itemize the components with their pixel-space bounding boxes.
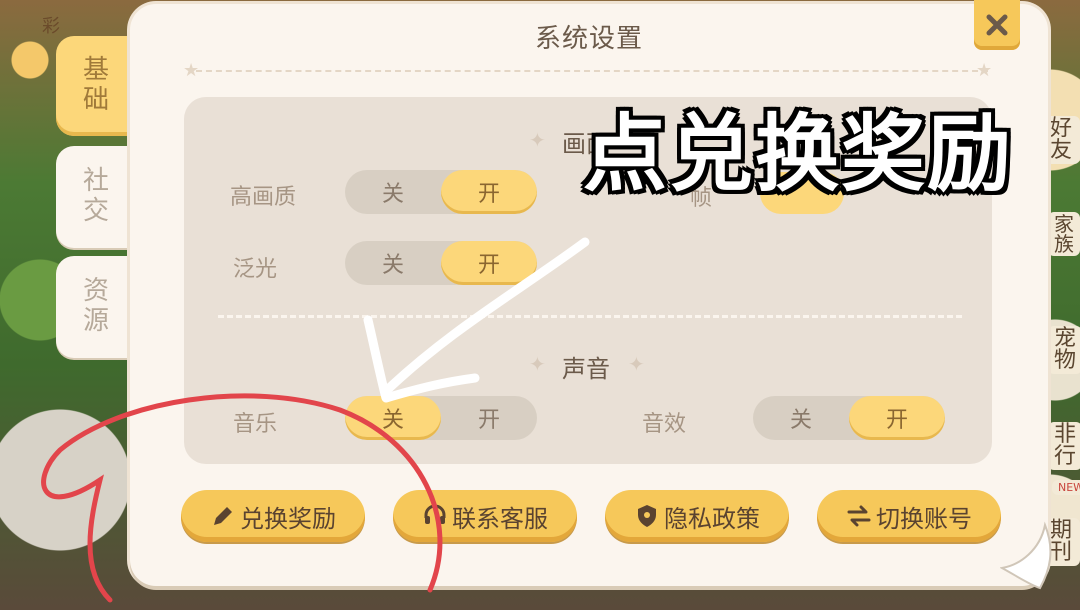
top-left-label: 彩: [42, 16, 60, 37]
friends-label[interactable]: 好友: [1044, 116, 1080, 164]
sfx-toggle[interactable]: 关 开: [753, 396, 945, 440]
star-icon: ★: [183, 60, 200, 81]
annotation-text: 点兑换奖励: [583, 105, 1014, 203]
tab-basic-char-1: 基: [82, 55, 109, 86]
headset-icon: [424, 504, 446, 524]
pencil-icon: [214, 507, 232, 525]
sparkle-icon: ✦: [529, 128, 546, 152]
tab-basic[interactable]: 基 础: [56, 36, 136, 136]
high-quality-toggle[interactable]: 关 开: [345, 170, 537, 214]
toggle-off-option[interactable]: 关: [345, 170, 441, 214]
tab-resources[interactable]: 资 源: [56, 256, 136, 358]
dialog-title: 系统设置: [534, 24, 643, 54]
sparkle-icon: ✦: [628, 352, 645, 376]
news-label: NEWS: [1052, 480, 1080, 495]
switch-account-label: 切换账号: [876, 504, 972, 533]
page-curl-icon[interactable]: [1000, 520, 1060, 590]
toggle-off-option[interactable]: 关: [753, 396, 849, 440]
privacy-policy-button[interactable]: 隐私政策: [605, 490, 789, 542]
sound-heading: 声音: [562, 355, 610, 383]
toggle-off-option[interactable]: 关: [345, 241, 441, 285]
section-divider: [218, 315, 962, 318]
toggle-off-option[interactable]: 关: [345, 396, 441, 440]
close-button[interactable]: [974, 0, 1020, 50]
contact-support-label: 联系客服: [452, 504, 548, 533]
high-quality-label: 高画质: [230, 185, 297, 210]
ranking-label[interactable]: 非行: [1048, 422, 1080, 470]
music-toggle[interactable]: 关 开: [345, 396, 537, 440]
switch-account-button[interactable]: 切换账号: [817, 490, 1001, 542]
contact-support-button[interactable]: 联系客服: [393, 490, 577, 542]
tab-social-char-1: 社: [82, 166, 109, 197]
toggle-on-option[interactable]: 开: [441, 241, 537, 285]
tab-resources-char-2: 源: [82, 306, 109, 336]
redeem-rewards-label: 兑换奖励: [240, 504, 336, 533]
music-label: 音乐: [233, 412, 278, 437]
family-label[interactable]: 家族: [1048, 212, 1080, 256]
tab-social[interactable]: 社 交: [56, 146, 136, 248]
tab-basic-char-2: 础: [82, 85, 109, 115]
bloom-toggle[interactable]: 关 开: [345, 241, 537, 285]
redeem-rewards-button[interactable]: 兑换奖励: [181, 490, 365, 542]
privacy-policy-label: 隐私政策: [664, 504, 760, 533]
star-icon: ★: [976, 60, 993, 81]
bloom-label: 泛光: [233, 257, 278, 282]
title-divider: [196, 70, 988, 72]
toggle-on-option[interactable]: 开: [849, 396, 945, 440]
sparkle-icon: ✦: [529, 352, 546, 376]
close-icon: [986, 14, 1008, 36]
tab-resources-char-1: 资: [82, 276, 109, 307]
shield-icon: [638, 505, 656, 527]
sfx-label: 音效: [642, 412, 687, 437]
switch-arrows-icon: [847, 505, 871, 527]
pet-label[interactable]: 宠物: [1048, 326, 1080, 374]
tab-social-char-2: 交: [82, 196, 109, 226]
toggle-on-option[interactable]: 开: [441, 170, 537, 214]
toggle-on-option[interactable]: 开: [441, 396, 537, 440]
